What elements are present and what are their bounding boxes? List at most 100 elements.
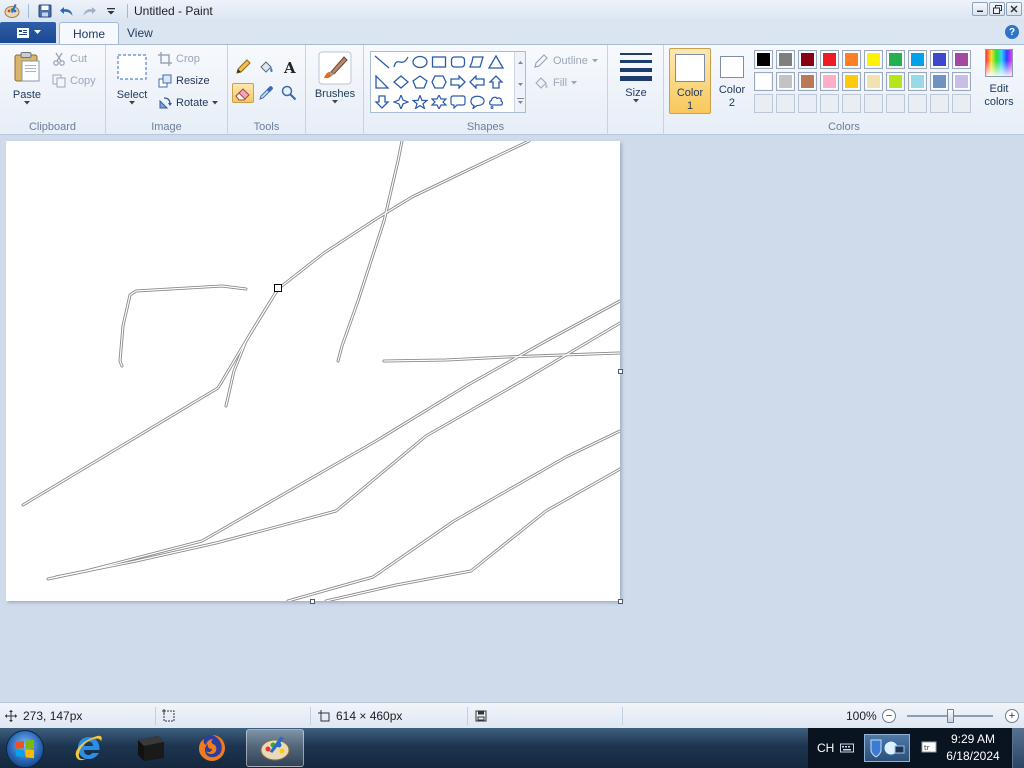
shapes-gallery-scrollbar[interactable]: [514, 52, 525, 112]
palette-swatch[interactable]: [930, 72, 949, 91]
clock[interactable]: 9:29 AM 6/18/2024: [938, 731, 1008, 765]
magnifier-tool[interactable]: [278, 83, 300, 103]
help-icon[interactable]: ?: [1005, 25, 1019, 39]
canvas-resize-handle-corner[interactable]: [618, 599, 623, 604]
resize-button[interactable]: Resize: [158, 71, 210, 91]
paint-menu-button[interactable]: [0, 22, 56, 43]
curve-shape-icon[interactable]: [391, 53, 410, 71]
paste-button[interactable]: Paste: [6, 51, 48, 105]
palette-swatch[interactable]: [776, 72, 795, 91]
palette-swatch[interactable]: [864, 50, 883, 69]
undo-icon[interactable]: [57, 2, 77, 20]
save-icon[interactable]: [35, 2, 55, 20]
taskbar-internet-explorer[interactable]: [60, 729, 118, 767]
polygon-shape-icon[interactable]: [467, 53, 486, 71]
rounded-rectangle-shape-icon[interactable]: [448, 53, 467, 71]
color-picker-tool[interactable]: [255, 83, 277, 103]
tray-app-icon[interactable]: [864, 734, 910, 762]
palette-swatch[interactable]: [776, 50, 795, 69]
keyboard-icon[interactable]: [840, 728, 854, 768]
color1-button[interactable]: Color 1: [669, 48, 711, 114]
triangle-shape-icon[interactable]: [486, 53, 505, 71]
restore-button[interactable]: [989, 2, 1005, 16]
up-arrow-shape-icon[interactable]: [486, 73, 505, 91]
palette-swatch[interactable]: [798, 72, 817, 91]
canvas-resize-handle-right[interactable]: [618, 369, 623, 374]
drawing-canvas[interactable]: [6, 139, 622, 603]
size-button[interactable]: Size: [618, 51, 654, 103]
taskbar-firefox[interactable]: [183, 729, 241, 767]
custom-color-slot[interactable]: [886, 94, 905, 113]
paint-app-icon[interactable]: [2, 2, 22, 20]
custom-color-slot[interactable]: [864, 94, 883, 113]
canvas-workspace[interactable]: [0, 135, 1024, 702]
crop-button[interactable]: Crop: [158, 49, 200, 69]
show-desktop-button[interactable]: [1012, 728, 1024, 768]
start-button[interactable]: [6, 730, 44, 768]
cloud-callout-shape-icon[interactable]: [486, 93, 505, 111]
five-point-star-shape-icon[interactable]: [410, 93, 429, 111]
palette-swatch[interactable]: [864, 72, 883, 91]
fill-tool[interactable]: [255, 57, 277, 77]
right-arrow-shape-icon[interactable]: [448, 73, 467, 91]
zoom-out-button[interactable]: −: [882, 709, 896, 723]
oval-shape-icon[interactable]: [410, 53, 429, 71]
tab-view[interactable]: View: [114, 22, 166, 44]
palette-swatch[interactable]: [908, 72, 927, 91]
right-triangle-shape-icon[interactable]: [372, 73, 391, 91]
custom-color-slot[interactable]: [842, 94, 861, 113]
rectangle-shape-icon[interactable]: [429, 53, 448, 71]
zoom-in-button[interactable]: +: [1005, 709, 1019, 723]
palette-swatch[interactable]: [798, 50, 817, 69]
palette-swatch[interactable]: [842, 72, 861, 91]
palette-swatch[interactable]: [820, 72, 839, 91]
outline-button[interactable]: Outline: [533, 51, 598, 71]
customize-toolbar-icon[interactable]: [101, 2, 121, 20]
oval-callout-shape-icon[interactable]: [467, 93, 486, 111]
palette-swatch[interactable]: [754, 50, 773, 69]
redo-icon[interactable]: [79, 2, 99, 20]
custom-color-slot[interactable]: [820, 94, 839, 113]
custom-color-slot[interactable]: [908, 94, 927, 113]
down-arrow-shape-icon[interactable]: [372, 93, 391, 111]
select-button[interactable]: Select: [112, 53, 152, 105]
pentagon-shape-icon[interactable]: [410, 73, 429, 91]
hexagon-shape-icon[interactable]: [429, 73, 448, 91]
palette-swatch[interactable]: [886, 72, 905, 91]
pencil-tool[interactable]: [232, 57, 254, 77]
custom-color-slot[interactable]: [798, 94, 817, 113]
taskbar-paint[interactable]: [246, 729, 304, 767]
palette-swatch[interactable]: [908, 50, 927, 69]
network-icon[interactable]: tr: [920, 728, 938, 768]
brushes-button[interactable]: Brushes: [312, 51, 358, 104]
tab-home[interactable]: Home: [59, 22, 120, 44]
language-indicator[interactable]: CH: [817, 728, 834, 768]
eraser-tool[interactable]: [232, 83, 254, 103]
canvas-resize-handle-bottom[interactable]: [310, 599, 315, 604]
minimize-button[interactable]: [972, 2, 988, 16]
palette-swatch[interactable]: [952, 72, 971, 91]
copy-button[interactable]: Copy: [52, 71, 96, 91]
four-point-star-shape-icon[interactable]: [391, 93, 410, 111]
text-tool[interactable]: A: [278, 57, 300, 77]
fill-button[interactable]: Fill: [533, 73, 578, 93]
palette-swatch[interactable]: [754, 72, 773, 91]
custom-color-slot[interactable]: [930, 94, 949, 113]
color2-button[interactable]: Color 2: [715, 48, 749, 114]
six-point-star-shape-icon[interactable]: [429, 93, 448, 111]
custom-color-slot[interactable]: [952, 94, 971, 113]
line-shape-icon[interactable]: [372, 53, 391, 71]
custom-color-slot[interactable]: [776, 94, 795, 113]
diamond-shape-icon[interactable]: [391, 73, 410, 91]
palette-swatch[interactable]: [886, 50, 905, 69]
close-button[interactable]: [1006, 2, 1022, 16]
palette-swatch[interactable]: [842, 50, 861, 69]
palette-swatch[interactable]: [952, 50, 971, 69]
cut-button[interactable]: Cut: [52, 49, 87, 69]
edit-colors-button[interactable]: Edit colors: [977, 49, 1021, 109]
custom-color-slot[interactable]: [754, 94, 773, 113]
rotate-button[interactable]: Rotate: [158, 93, 219, 113]
left-arrow-shape-icon[interactable]: [467, 73, 486, 91]
taskbar-command-prompt[interactable]: [121, 729, 179, 767]
zoom-slider-thumb[interactable]: [947, 709, 954, 723]
